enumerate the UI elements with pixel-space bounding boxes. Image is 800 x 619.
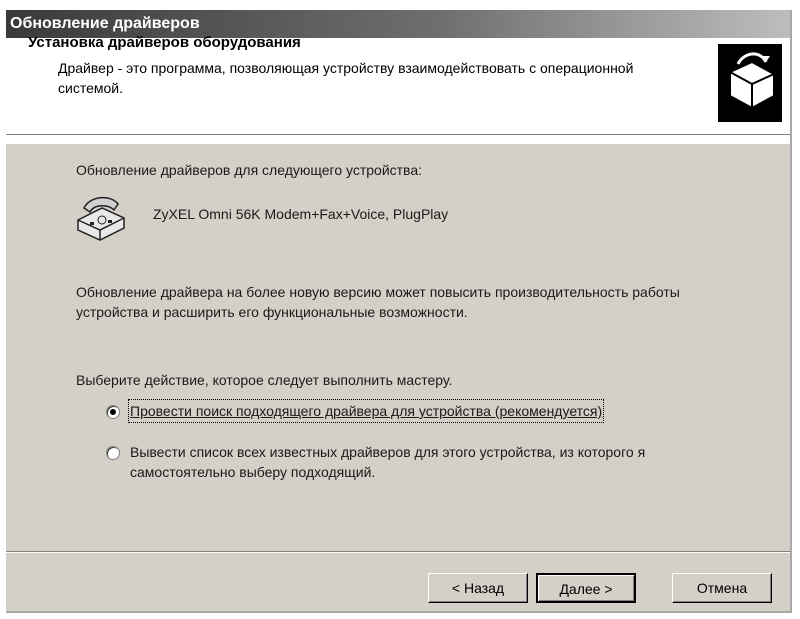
modem-phone-icon xyxy=(77,196,125,241)
option-list-label[interactable]: Вывести список всех известных драйверов … xyxy=(130,442,720,482)
header-title: Установка драйверов оборудования xyxy=(28,34,301,51)
action-prompt: Выберите действие, которое следует выпол… xyxy=(76,372,453,388)
radio-selected-dot xyxy=(110,409,116,415)
option-search-radio[interactable] xyxy=(106,405,120,419)
info-text: Обновление драйвера на более новую верси… xyxy=(76,284,680,320)
cancel-button[interactable]: Отмена xyxy=(672,573,772,603)
device-name: ZyXEL Omni 56K Modem+Fax+Voice, PlugPlay xyxy=(153,206,449,222)
header-divider xyxy=(6,134,790,136)
option-list-radio[interactable] xyxy=(106,446,120,460)
next-button[interactable]: Далее > xyxy=(536,573,636,603)
device-intro-text: Обновление драйверов для следующего устр… xyxy=(76,162,423,178)
header-description: Драйвер - это программа, позволяющая уст… xyxy=(58,60,634,96)
back-button[interactable]: < Назад xyxy=(428,573,528,603)
hardware-install-icon xyxy=(718,44,782,122)
option-search-label[interactable]: Провести поиск подходящего драйвера для … xyxy=(127,399,605,423)
footer-divider xyxy=(6,551,790,553)
